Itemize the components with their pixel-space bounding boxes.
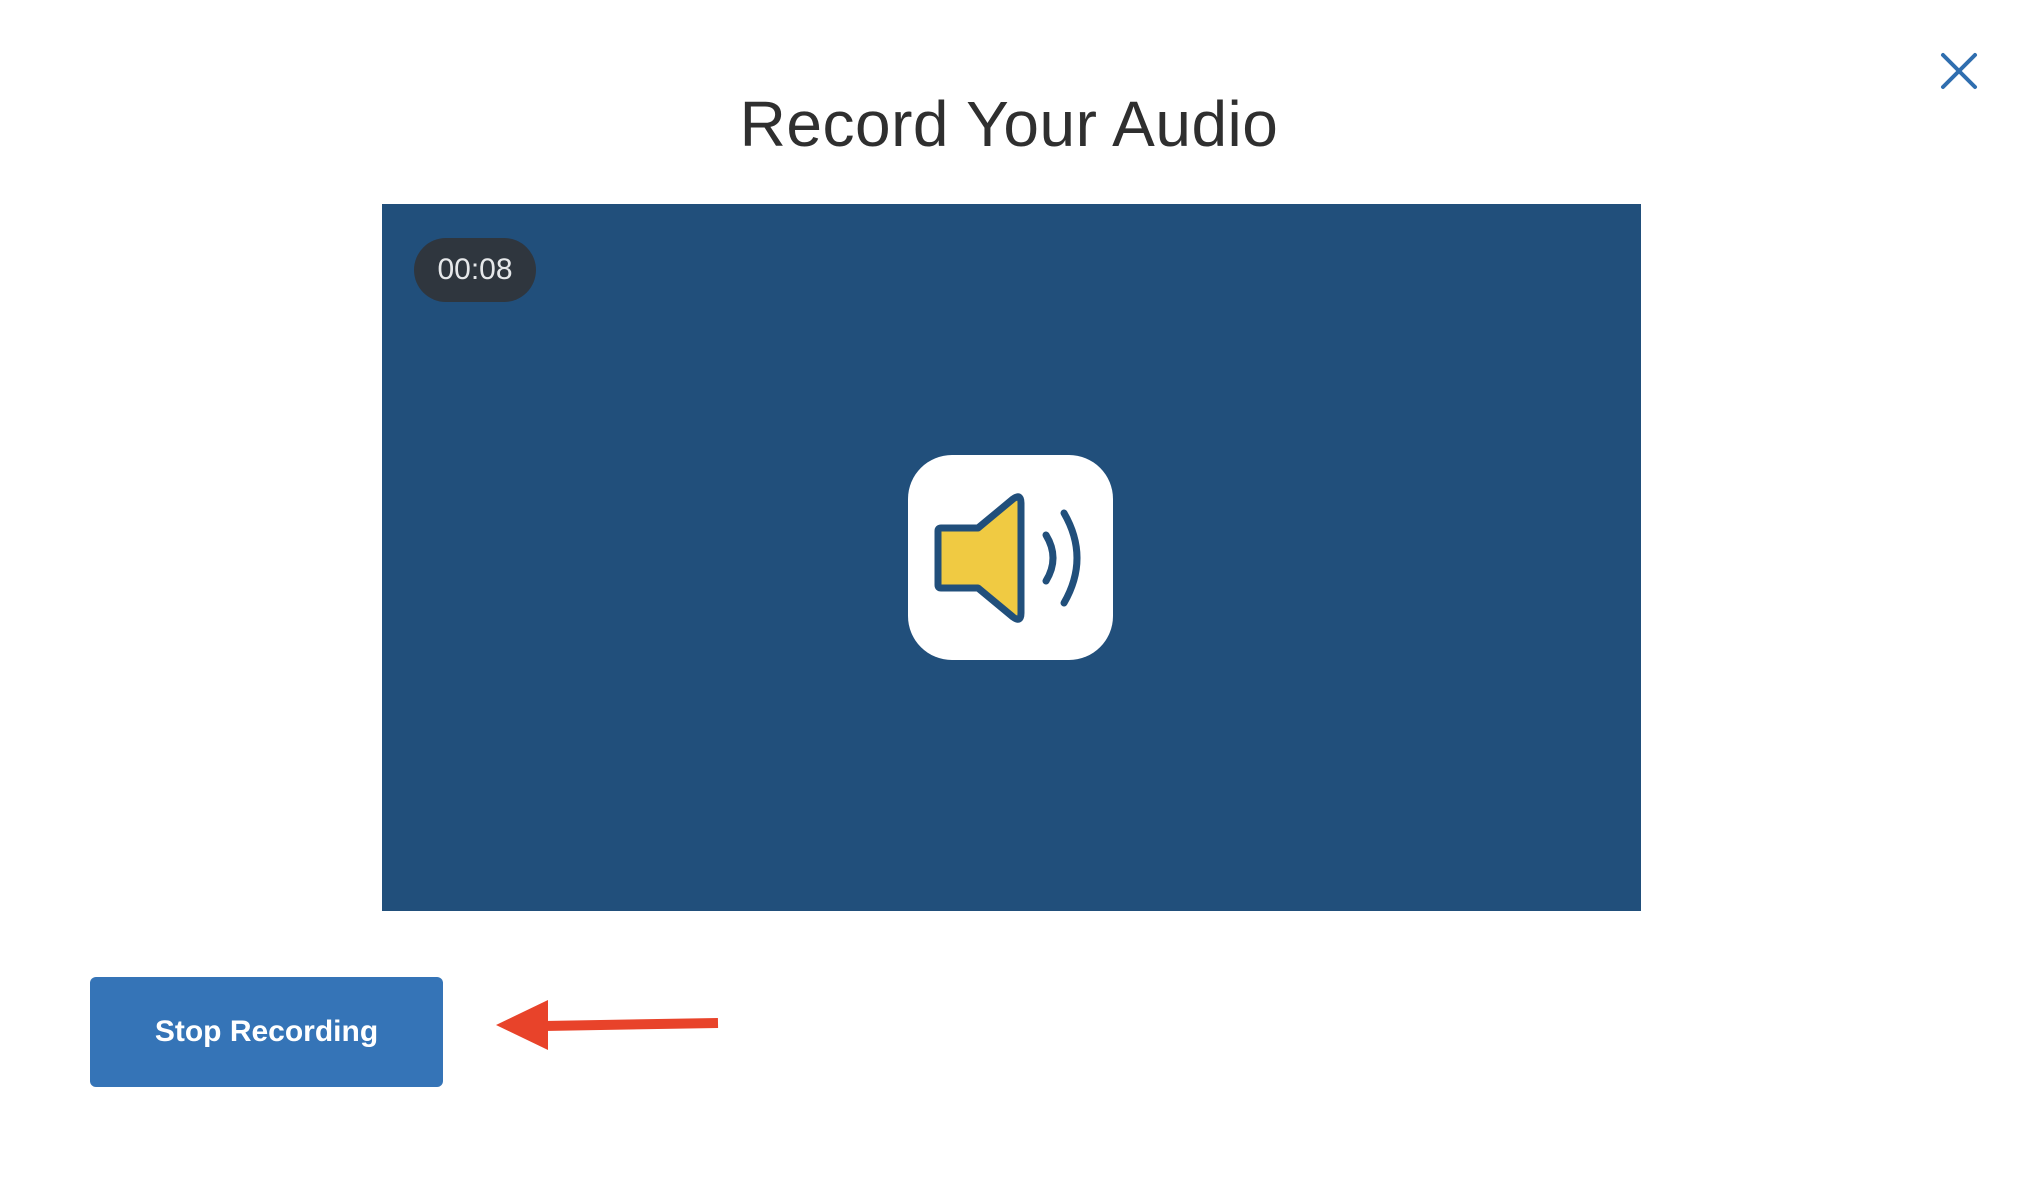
audio-tile bbox=[908, 455, 1113, 660]
modal-title: Record Your Audio bbox=[739, 88, 1279, 160]
red-arrow-icon bbox=[496, 1000, 719, 1050]
recording-timer: 00:08 bbox=[414, 238, 536, 302]
stop-recording-button[interactable]: Stop Recording bbox=[90, 977, 443, 1087]
speaker-volume-icon bbox=[934, 493, 1081, 623]
record-audio-modal: Record Your Audio 00:08 Stop Recording bbox=[0, 0, 2018, 1204]
recording-preview: 00:08 bbox=[382, 204, 1641, 911]
annotation-arrow bbox=[494, 996, 720, 1052]
